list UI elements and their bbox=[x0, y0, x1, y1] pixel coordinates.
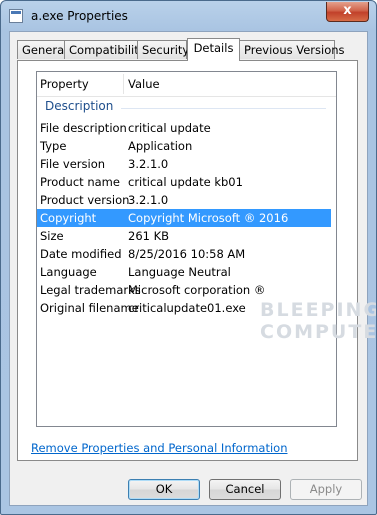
property-value: 3.2.1.0 bbox=[128, 193, 169, 207]
property-name: Language bbox=[40, 265, 97, 279]
property-row[interactable]: Product version 3.2.1.0 bbox=[37, 191, 331, 209]
property-value: 261 KB bbox=[128, 229, 170, 243]
close-button[interactable]: x bbox=[326, 2, 369, 22]
tab-compatibility[interactable]: Compatibility bbox=[64, 40, 146, 59]
column-header-property[interactable]: Property bbox=[40, 77, 89, 91]
title-bar[interactable]: a.exe Properties x bbox=[1, 1, 376, 31]
property-row[interactable]: Date modified 8/25/2016 10:58 AM bbox=[37, 245, 331, 263]
property-name: File version bbox=[40, 157, 106, 171]
property-value: 8/25/2016 10:58 AM bbox=[128, 247, 246, 261]
property-row[interactable]: Legal trademarks Microsoft corporation ® bbox=[37, 281, 331, 299]
property-name: Original filename bbox=[40, 301, 139, 315]
tab-strip: General Compatibility Security Details P… bbox=[17, 38, 357, 61]
property-name: Copyright bbox=[40, 211, 97, 225]
remove-properties-link[interactable]: Remove Properties and Personal Informati… bbox=[31, 441, 288, 455]
apply-button[interactable]: Apply bbox=[290, 479, 362, 500]
property-row-selected[interactable]: Copyright Copyright Microsoft ® 2016 bbox=[37, 209, 331, 227]
dialog-body: General Compatibility Security Details P… bbox=[9, 31, 376, 506]
property-name: Product name bbox=[40, 175, 120, 189]
properties-window: a.exe Properties x General Compatibility… bbox=[0, 0, 377, 515]
column-header-value[interactable]: Value bbox=[128, 77, 160, 91]
group-header-description: Description bbox=[45, 99, 114, 113]
property-value: criticalupdate01.exe bbox=[128, 301, 246, 315]
property-name: Size bbox=[40, 229, 64, 243]
property-name: File description bbox=[40, 121, 127, 135]
details-panel: Property Value Description File descript… bbox=[17, 60, 376, 461]
group-divider bbox=[121, 108, 326, 109]
property-name: Product version bbox=[40, 193, 130, 207]
property-row[interactable]: Product name critical update kb01 bbox=[37, 173, 331, 191]
property-list[interactable]: Property Value Description File descript… bbox=[36, 71, 337, 427]
property-name: Date modified bbox=[40, 247, 122, 261]
tab-previous-versions[interactable]: Previous Versions bbox=[239, 40, 345, 59]
column-separator[interactable] bbox=[123, 74, 124, 94]
property-row[interactable]: Language Language Neutral bbox=[37, 263, 331, 281]
app-icon bbox=[9, 9, 23, 23]
property-row[interactable]: Original filename criticalupdate01.exe bbox=[37, 299, 331, 317]
property-row[interactable]: Size 261 KB bbox=[37, 227, 331, 245]
property-row[interactable]: File description critical update bbox=[37, 119, 331, 137]
property-name: Type bbox=[40, 139, 67, 153]
property-value: Copyright Microsoft ® 2016 bbox=[128, 211, 289, 225]
property-value: critical update kb01 bbox=[128, 175, 243, 189]
tab-general[interactable]: General bbox=[17, 40, 67, 59]
property-value: Language Neutral bbox=[128, 265, 231, 279]
property-name: Legal trademarks bbox=[40, 283, 141, 297]
property-value: critical update bbox=[128, 121, 211, 135]
property-row[interactable]: File version 3.2.1.0 bbox=[37, 155, 331, 173]
window-title: a.exe Properties bbox=[31, 9, 128, 23]
property-row[interactable]: Type Application bbox=[37, 137, 331, 155]
property-value: Application bbox=[128, 139, 193, 153]
list-header: Property Value bbox=[37, 72, 336, 97]
ok-button[interactable]: OK bbox=[128, 479, 200, 500]
property-value: Microsoft corporation ® bbox=[128, 283, 266, 297]
tab-security[interactable]: Security bbox=[137, 40, 189, 59]
cancel-button[interactable]: Cancel bbox=[209, 479, 281, 500]
tab-details[interactable]: Details bbox=[187, 38, 240, 61]
property-value: 3.2.1.0 bbox=[128, 157, 169, 171]
